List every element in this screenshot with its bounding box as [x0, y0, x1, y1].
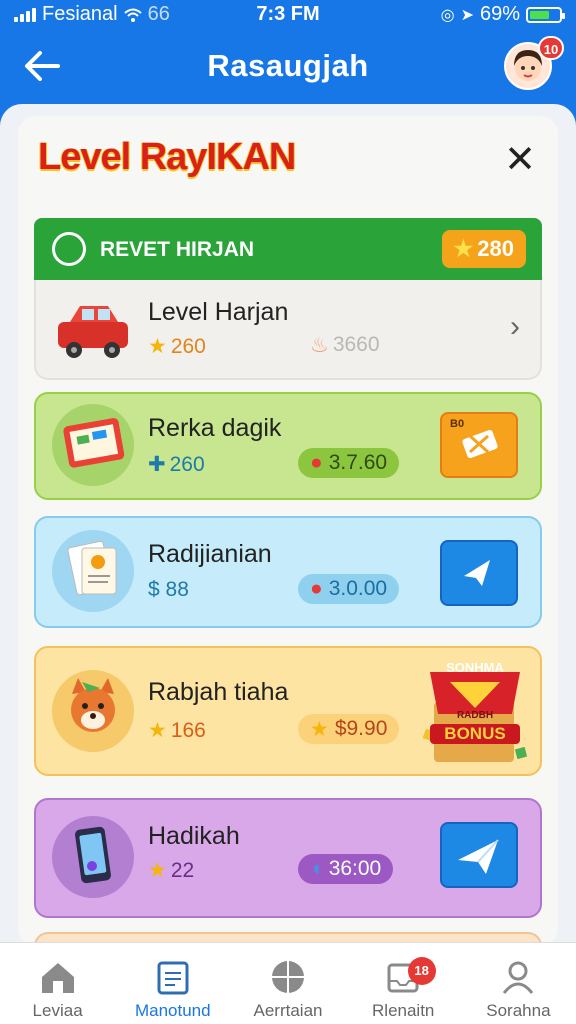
bottom-nav: Leviaa Manotund Aerrtaian 18 Rlenaitn So…: [0, 942, 576, 1024]
chevron-right-icon[interactable]: ›: [510, 310, 520, 344]
star-icon: ★: [148, 719, 167, 742]
item-value-text: $9.90: [334, 717, 388, 740]
paper-plane-icon: [458, 839, 499, 874]
level-panel: Level RayIKAN ✕ REVET HIRJAN ★ 280 Level…: [18, 116, 558, 952]
list-item[interactable]: Rerka dagik ✚ 260 ● 3.7.60 B0: [34, 392, 542, 500]
status-bar: Fesianal 66 7:3 FM ◎ ➤ 69%: [0, 0, 576, 30]
globe-icon: [272, 961, 304, 993]
item-points: ★ 22: [148, 858, 194, 883]
tomato-icon: ●: [310, 451, 323, 474]
item-name: Radijianian: [148, 540, 272, 568]
panel-title: Level RayIKAN: [38, 136, 296, 178]
star-icon: ★: [310, 717, 329, 741]
nav-label: Aerrtaian: [253, 1001, 323, 1020]
item-value-text: 3660: [332, 333, 380, 356]
item-value: ● 3.0.00: [298, 574, 400, 604]
drop-icon: ◖: [310, 857, 323, 880]
battery-fill: [530, 10, 550, 19]
item-value: ◖ 36:00: [298, 854, 394, 884]
status-right: ◎ ➤ 69%: [440, 3, 565, 26]
action-button[interactable]: B0: [440, 412, 518, 478]
car-icon: [52, 290, 134, 372]
item-name: Rerka dagik: [148, 414, 282, 442]
list-item[interactable]: Hadikah ★ 22 ◖ 36:00: [34, 798, 542, 918]
battery-percent: 69%: [479, 3, 520, 25]
board-icon: [52, 404, 134, 486]
globe-icon: [52, 232, 86, 266]
nav-profile[interactable]: Sorahna: [461, 943, 576, 1024]
item-value-text: 36:00: [328, 857, 382, 880]
item-points: ✚ 260: [148, 452, 205, 477]
action-button[interactable]: [440, 822, 518, 888]
bonus-badge[interactable]: SONHMA RADBH BONUS: [420, 652, 530, 770]
battery-icon: [526, 6, 565, 23]
section-label: REVET HIRJAN: [100, 238, 255, 261]
bonus-top-text: SONHMA: [446, 660, 504, 675]
item-value: ♨ 3660: [298, 330, 392, 360]
list-item[interactable]: Level Harjan ★ 260 ♨ 3660 ›: [34, 280, 542, 380]
star-icon: ★: [453, 236, 474, 261]
nav-label: Manotund: [134, 1001, 211, 1020]
action-badge: B0: [450, 418, 465, 430]
app-header: Rasaugjah 10: [0, 30, 576, 102]
nav-globe[interactable]: Aerrtaian: [230, 943, 345, 1024]
item-points: ★ 260: [148, 334, 206, 359]
document-icon: [52, 530, 134, 612]
item-value: ● 3.7.60: [298, 448, 400, 478]
notification-badge: 10: [538, 36, 564, 60]
tomato-icon: ●: [310, 577, 323, 600]
item-name: Rabjah tiaha: [148, 678, 289, 706]
item-points: ★ 166: [148, 718, 206, 743]
nav-home[interactable]: Leviaa: [0, 943, 115, 1024]
flame-icon: ♨: [310, 333, 329, 357]
item-value-text: 3.0.00: [328, 577, 388, 600]
calendar-icon: [157, 961, 189, 995]
item-value: ★ $9.90: [298, 714, 400, 744]
section-header: REVET HIRJAN ★ 280: [34, 218, 542, 280]
item-points: $ 88: [148, 578, 189, 601]
star-icon: ★: [148, 859, 167, 882]
points-value: 280: [477, 236, 514, 261]
close-icon[interactable]: ✕: [500, 140, 540, 180]
item-value-text: 3.7.60: [328, 451, 388, 474]
nav-badge: 18: [407, 957, 436, 985]
nav-inbox[interactable]: 18 Rlenaitn: [346, 943, 461, 1024]
item-points-value: 166: [170, 718, 206, 742]
points-pill: ★ 280: [441, 230, 526, 268]
home-icon: [41, 963, 74, 993]
list-item[interactable]: Rabjah tiaha ★ 166 ★ $9.90 SONHMA RADBH: [34, 646, 542, 776]
bonus-text: BONUS: [430, 724, 520, 744]
bonus-mid-text: RADBH: [456, 710, 494, 721]
item-name: Level Harjan: [148, 298, 289, 326]
lock-rotation-icon: ◎: [440, 6, 455, 24]
action-button[interactable]: [440, 540, 518, 606]
item-name: Hadikah: [148, 822, 240, 850]
nav-label: Rlenaitn: [372, 1001, 435, 1020]
nav-label: Sorahna: [486, 1001, 551, 1020]
item-points-value: 260: [169, 452, 205, 476]
content-sheet: Level RayIKAN ✕ REVET HIRJAN ★ 280 Level…: [0, 104, 576, 1024]
list-item[interactable]: Radijianian $ 88 ● 3.0.00: [34, 516, 542, 628]
item-points-value: 260: [170, 334, 206, 358]
star-icon: ★: [148, 335, 167, 358]
page-title: Rasaugjah: [207, 48, 369, 83]
fox-icon: [52, 670, 134, 752]
pin-icon: ✚: [148, 453, 166, 476]
user-icon: [503, 961, 534, 994]
location-icon: ➤: [460, 6, 474, 24]
item-points-value: 22: [170, 858, 195, 882]
phone-icon: [52, 816, 134, 898]
nav-calendar[interactable]: Manotund: [115, 943, 230, 1024]
nav-label: Leviaa: [32, 1001, 83, 1020]
send-icon: [464, 560, 490, 586]
